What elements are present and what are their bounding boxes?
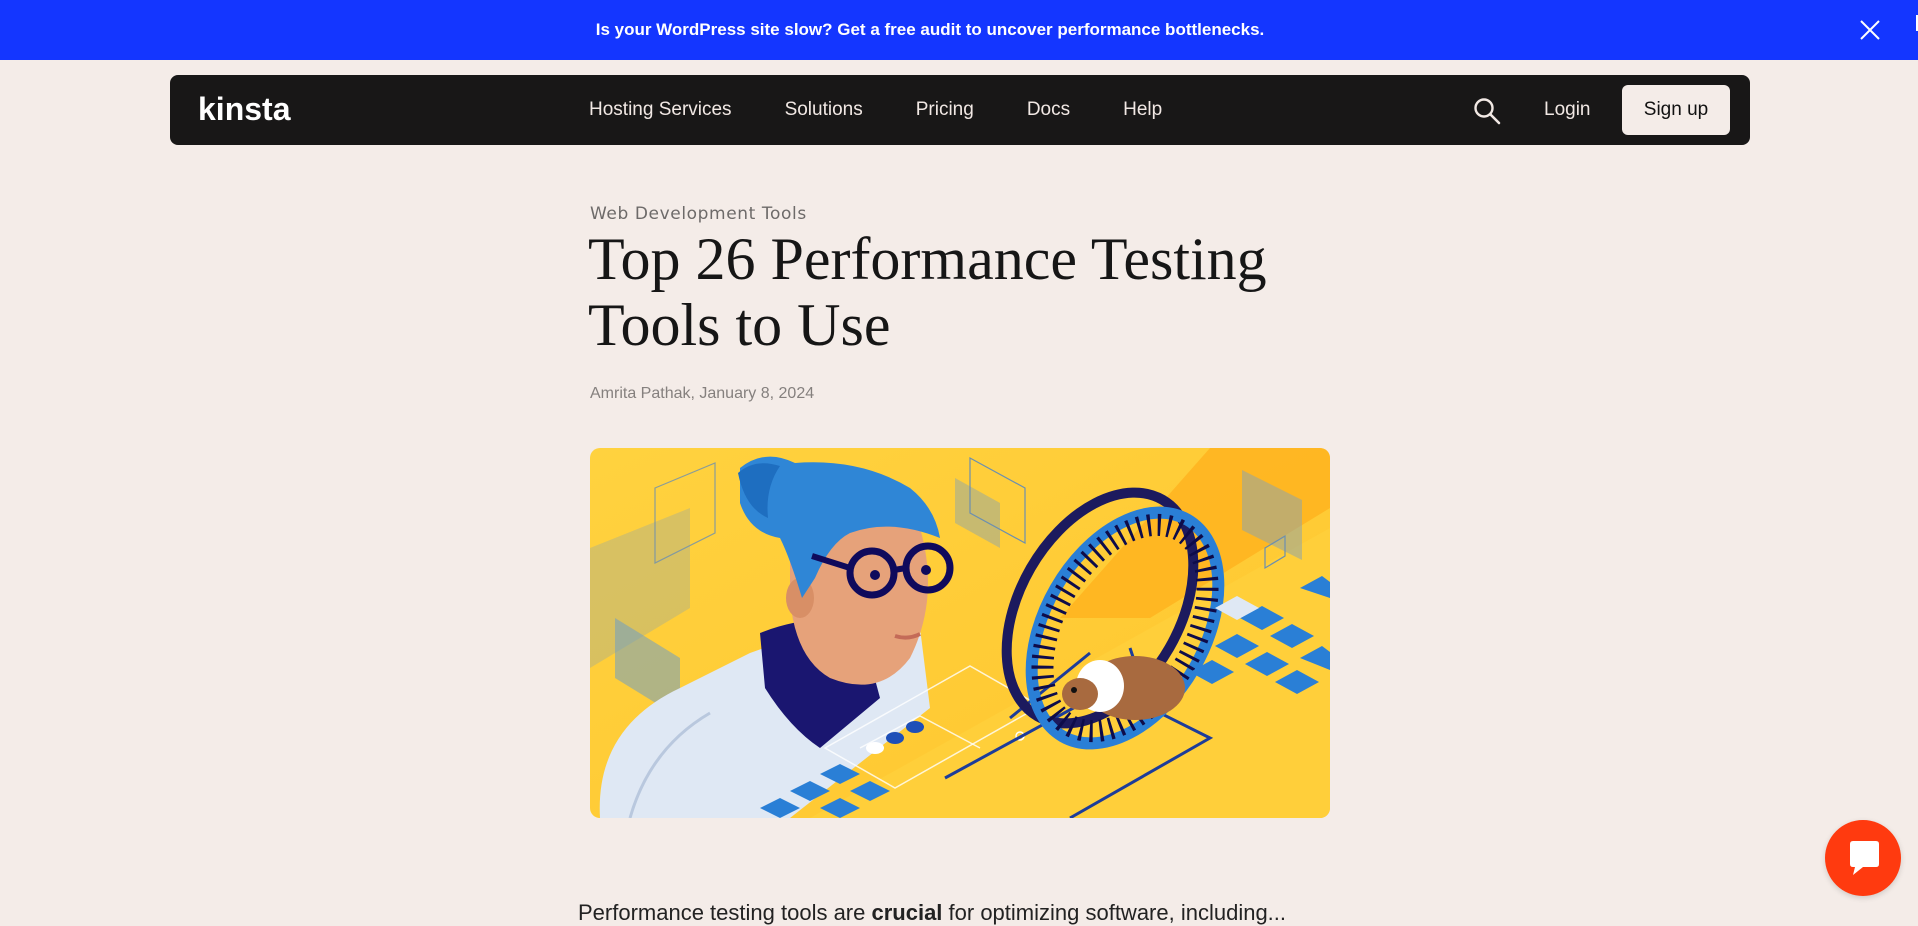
main-navbar: kinsta Hosting Services Solutions Pricin… bbox=[170, 75, 1750, 145]
chat-icon bbox=[1850, 841, 1879, 875]
nav-link-help[interactable]: Help bbox=[1123, 99, 1162, 121]
promo-banner: Is your WordPress site slow? Get a free … bbox=[0, 0, 1918, 60]
nav-link-docs[interactable]: Docs bbox=[1027, 99, 1070, 121]
article-byline: Amrita Pathak, January 8, 2024 bbox=[590, 385, 815, 402]
nav-link-solutions[interactable]: Solutions bbox=[785, 99, 863, 121]
article-title: Top 26 Performance Testing Tools to Use bbox=[588, 226, 1267, 358]
hero-illustration-graphic bbox=[590, 448, 1330, 818]
nav-link-hosting-services[interactable]: Hosting Services bbox=[589, 99, 732, 121]
close-icon[interactable] bbox=[1858, 18, 1882, 42]
hero-illustration bbox=[590, 448, 1330, 818]
login-link[interactable]: Login bbox=[1544, 75, 1591, 145]
intro-text-bold: crucial bbox=[871, 900, 943, 925]
nav-link-pricing[interactable]: Pricing bbox=[916, 99, 974, 121]
promo-text[interactable]: Is your WordPress site slow? Get a free … bbox=[596, 20, 1265, 40]
search-icon[interactable] bbox=[1472, 96, 1502, 126]
signup-button[interactable]: Sign up bbox=[1622, 85, 1730, 135]
intro-text-end: for optimizing software, including... bbox=[942, 900, 1287, 925]
nav-links: Hosting Services Solutions Pricing Docs … bbox=[589, 75, 1215, 145]
article-intro-text: Performance testing tools are crucial fo… bbox=[578, 900, 1338, 926]
article-category[interactable]: Web Development Tools bbox=[590, 204, 807, 224]
intro-text-start: Performance testing tools are bbox=[578, 900, 872, 925]
chat-button[interactable] bbox=[1825, 820, 1901, 896]
kinsta-logo[interactable]: kinsta bbox=[198, 92, 308, 128]
svg-text:kinsta: kinsta bbox=[198, 92, 291, 127]
